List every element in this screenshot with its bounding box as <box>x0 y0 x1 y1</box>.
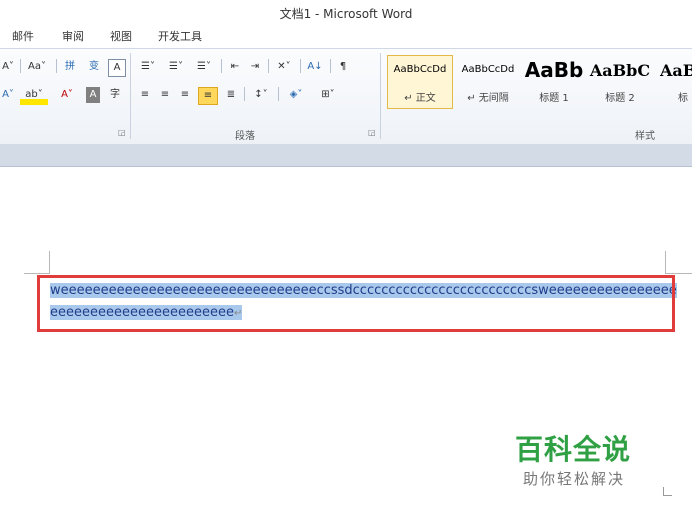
style-label: ↵ 正文 <box>404 93 436 104</box>
numbering-button[interactable]: ☰˅ <box>164 57 188 77</box>
style-label: 标题 2 <box>605 93 635 104</box>
tab-review[interactable]: 审阅 <box>62 28 84 44</box>
title-bar: 文档1 - Microsoft Word <box>0 0 692 22</box>
styles-group-label: 样式 <box>635 131 655 142</box>
style-no-spacing[interactable]: AaBbCcDd ↵ 无间隔 <box>455 55 521 109</box>
separator <box>278 87 279 101</box>
separator <box>300 59 301 73</box>
separator <box>20 59 21 73</box>
borders-button[interactable]: ⊞˅ <box>314 85 342 105</box>
align-left-icon[interactable]: ≡ <box>136 85 154 105</box>
justify-icon[interactable]: ≡ <box>198 87 218 105</box>
shrink-font-button[interactable]: A˅ <box>0 57 16 77</box>
style-preview: AaBb <box>524 58 584 82</box>
show-formatting-marks-icon[interactable]: ¶ <box>334 57 352 77</box>
separator <box>221 59 222 73</box>
separator <box>268 59 269 73</box>
font-dialog-launcher-icon[interactable]: ◲ <box>118 128 126 137</box>
shading-button[interactable]: ◈˅ <box>282 85 310 105</box>
separator <box>244 87 245 101</box>
group-separator <box>380 53 381 139</box>
ruler-band <box>0 144 692 167</box>
ribbon-tabs: 邮件 审阅 视图 开发工具 <box>0 22 692 48</box>
margin-corner-mark <box>24 273 50 274</box>
style-heading-1[interactable]: AaBb 标题 1 <box>521 55 587 109</box>
window-title: 文档1 - Microsoft Word <box>279 7 413 21</box>
align-right-icon[interactable]: ≡ <box>176 85 194 105</box>
style-preview: AaBbCcDd <box>461 64 515 75</box>
watermark-brand: 百科全说 <box>515 433 632 466</box>
enclosed-character-icon[interactable]: 字 <box>106 85 124 105</box>
bullets-button[interactable]: ☰˅ <box>136 57 160 77</box>
tab-developer[interactable]: 开发工具 <box>158 28 202 44</box>
style-label: 标 <box>678 93 688 104</box>
style-preview: AaBbC <box>589 61 651 80</box>
chinese-layout-button[interactable]: ✕˅ <box>272 57 296 77</box>
tab-mailings[interactable]: 邮件 <box>12 28 34 44</box>
ribbon: A˅ Aa˅ 拼 变 A A˅ ab˅ A˅ A 字 ◲ ☰˅ ☰˅ ☰˅ ⇤ … <box>0 48 692 146</box>
selection-highlight-box <box>37 275 675 332</box>
style-preview: AaB <box>660 61 692 80</box>
separator <box>56 59 57 73</box>
character-shading-icon[interactable]: A <box>86 87 100 103</box>
separator <box>330 59 331 73</box>
paragraph-group-label: 段落 <box>235 131 255 142</box>
margin-corner-mark <box>663 487 672 496</box>
font-color-button[interactable]: A˅ <box>54 85 80 105</box>
style-normal[interactable]: AaBbCcDd ↵ 正文 <box>387 55 453 109</box>
line-spacing-button[interactable]: ↕˅ <box>248 85 274 105</box>
style-heading-2[interactable]: AaBbC 标题 2 <box>587 55 653 109</box>
text-effects-button[interactable]: A˅ <box>0 85 16 105</box>
highlight-color-button[interactable]: ab˅ <box>20 85 48 105</box>
pinyin-guide-icon[interactable]: 拼 <box>60 57 80 77</box>
style-label: 标题 1 <box>539 93 569 104</box>
style-title[interactable]: AaB 标 <box>655 55 692 109</box>
align-center-icon[interactable]: ≡ <box>156 85 174 105</box>
distributed-align-icon[interactable]: ≣ <box>222 85 240 105</box>
enclose-characters-icon[interactable]: 变 <box>84 57 104 77</box>
margin-corner-mark <box>49 251 50 273</box>
paragraph-dialog-launcher-icon[interactable]: ◲ <box>368 128 376 137</box>
style-preview: AaBbCcDd <box>393 64 447 75</box>
sort-icon[interactable]: A↓ <box>304 57 326 77</box>
watermark-tagline: 助你轻松解决 <box>523 470 626 488</box>
group-separator <box>130 53 131 139</box>
change-case-button[interactable]: Aa˅ <box>24 57 50 77</box>
tab-view[interactable]: 视图 <box>110 28 132 44</box>
character-border-icon[interactable]: A <box>108 59 126 77</box>
increase-indent-icon[interactable]: ⇥ <box>246 57 264 77</box>
decrease-indent-icon[interactable]: ⇤ <box>226 57 244 77</box>
margin-corner-mark <box>665 251 666 273</box>
multilevel-list-button[interactable]: ☰˅ <box>192 57 216 77</box>
margin-corner-mark <box>665 273 692 274</box>
style-label: ↵ 无间隔 <box>467 93 509 104</box>
